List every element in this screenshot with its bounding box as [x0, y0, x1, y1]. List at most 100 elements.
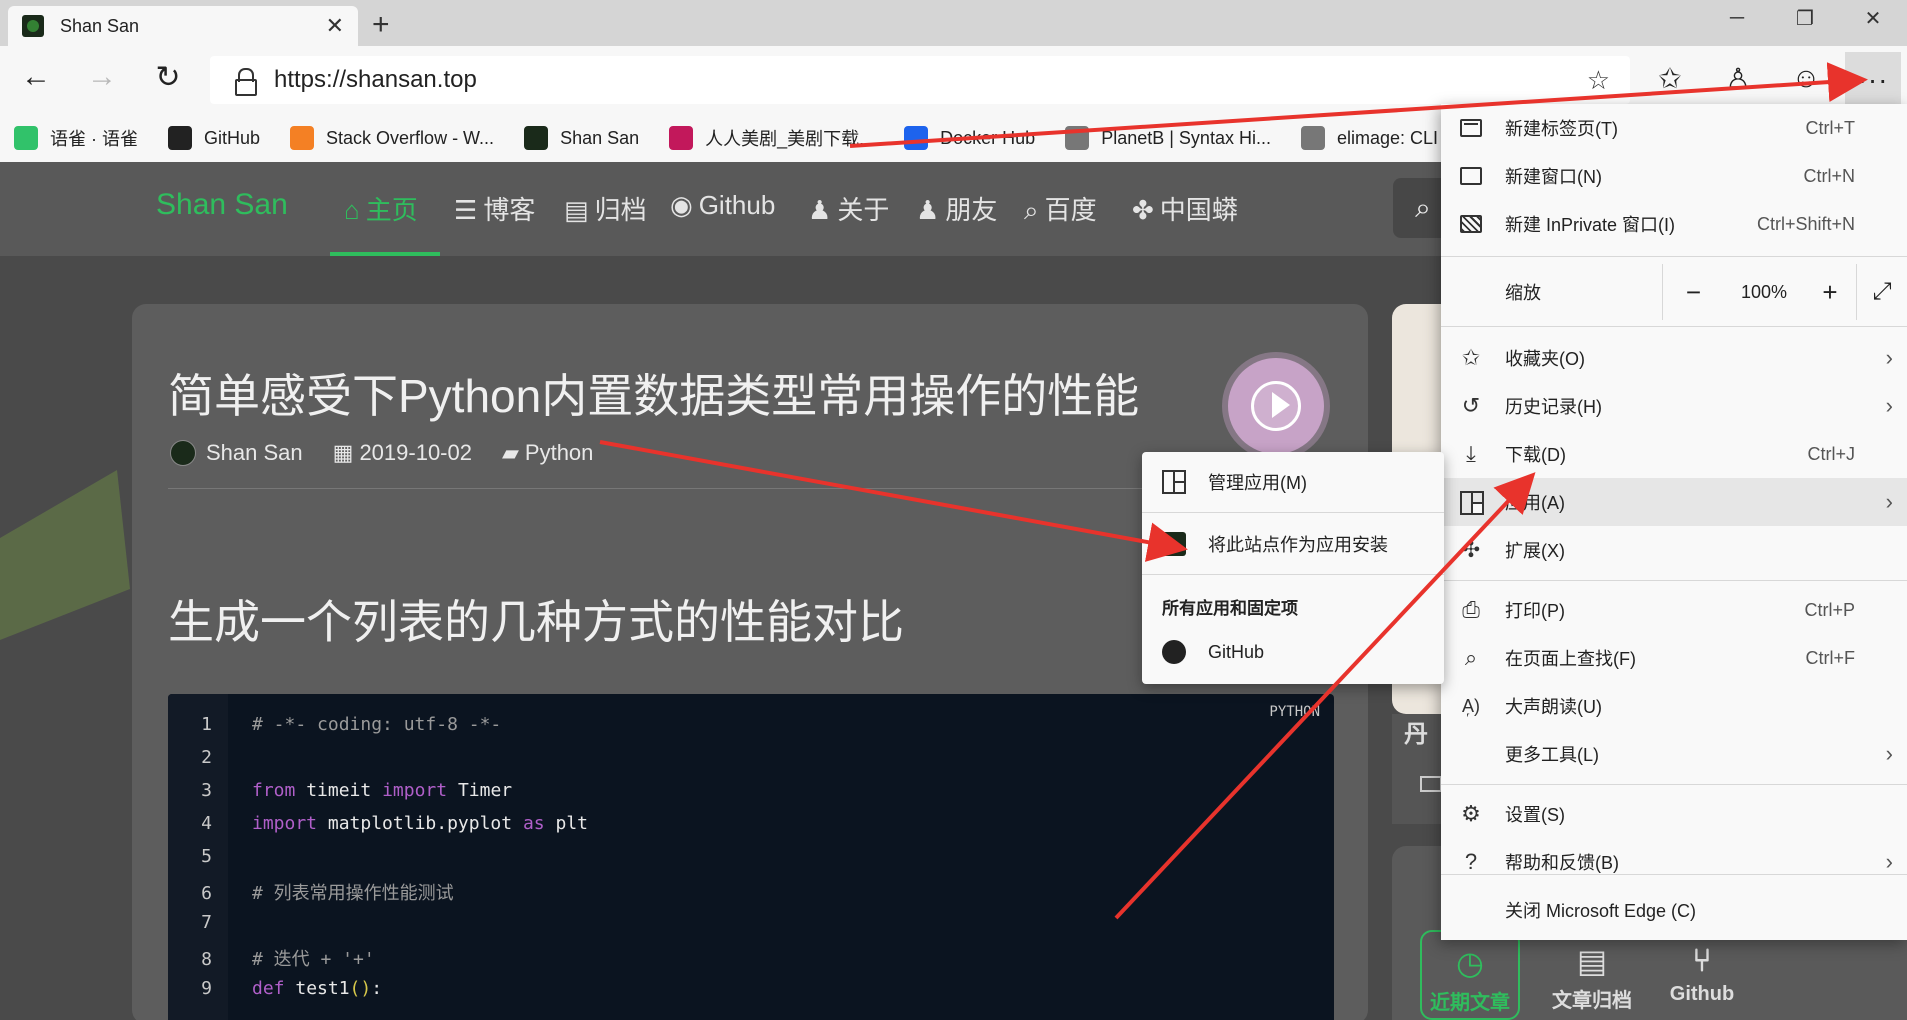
- profile-icon[interactable]: ♙: [1718, 62, 1758, 95]
- lock-icon[interactable]: [234, 68, 257, 96]
- tab-recent-posts[interactable]: ◷ 近期文章: [1420, 930, 1520, 1020]
- all-apps-header: 所有应用和固定项: [1162, 599, 1298, 618]
- tab-github[interactable]: ⑂ Github: [1652, 930, 1752, 1020]
- github-icon: ◉: [670, 190, 693, 220]
- post-title: 简单感受下Python内置数据类型常用操作的性能: [168, 370, 1140, 422]
- settings-more-button[interactable]: ···: [1845, 52, 1901, 108]
- menu-settings[interactable]: ⚙ 设置(S): [1441, 790, 1907, 838]
- bookmark-item[interactable]: PlanetB | Syntax Hi...: [1065, 126, 1271, 150]
- close-tab-icon[interactable]: ✕: [326, 13, 344, 39]
- menu-find-on-page[interactable]: ⌕ 在页面上查找(F) Ctrl+F: [1441, 634, 1907, 682]
- gear-icon: ⚙: [1461, 801, 1481, 826]
- menu-print[interactable]: ⎙ 打印(P) Ctrl+P: [1441, 586, 1907, 634]
- menu-extensions[interactable]: ✣ 扩展(X): [1441, 526, 1907, 574]
- read-aloud-icon: A᷊): [1462, 695, 1480, 716]
- url-text[interactable]: https://shansan.top: [274, 66, 1587, 94]
- bookmark-item[interactable]: Docker Hub: [904, 126, 1035, 150]
- back-button[interactable]: ←: [16, 60, 56, 94]
- zoom-in-button[interactable]: +: [1804, 264, 1856, 320]
- nav-item-0[interactable]: ⌂ 主页: [344, 190, 418, 227]
- install-site-as-app-item[interactable]: 将此站点作为应用安装: [1142, 520, 1444, 568]
- address-bar[interactable]: https://shansan.top ☆: [210, 56, 1630, 104]
- menu-new-window[interactable]: 新建窗口(N) Ctrl+N: [1441, 152, 1907, 200]
- site-brand[interactable]: Shan San: [156, 188, 288, 222]
- settings-menu: 新建标签页(T) Ctrl+T 新建窗口(N) Ctrl+N 新建 InPriv…: [1441, 104, 1907, 940]
- menu-new-tab[interactable]: 新建标签页(T) Ctrl+T: [1441, 104, 1907, 152]
- bookmark-item[interactable]: Shan San: [524, 126, 639, 150]
- tab-title: Shan San: [60, 15, 140, 36]
- bookmark-favicon-icon: [168, 126, 192, 150]
- bookmark-item[interactable]: GitHub: [168, 126, 260, 150]
- minimize-button[interactable]: ─: [1703, 0, 1771, 36]
- users-icon: ♟: [916, 195, 940, 225]
- manage-apps-item[interactable]: 管理应用(M): [1142, 458, 1444, 506]
- refresh-button[interactable]: ↻: [148, 60, 188, 95]
- nav-item-1[interactable]: ☰ 博客: [454, 190, 535, 227]
- site-favicon-icon: [1162, 532, 1186, 556]
- sidebar-partial-title: 丹: [1404, 721, 1428, 748]
- chevron-right-icon: ›: [1885, 489, 1893, 514]
- author-avatar: [170, 440, 196, 466]
- menu-more-tools[interactable]: 更多工具(L) ›: [1441, 730, 1907, 778]
- history-icon: ↺: [1461, 393, 1481, 418]
- post-author[interactable]: Shan San: [206, 440, 303, 466]
- restore-button[interactable]: ❐: [1771, 0, 1839, 36]
- code-block: PYTHON 1 # -*- coding: utf-8 -*- 2 3 from ti…: [168, 694, 1334, 1020]
- active-tab[interactable]: Shan San ✕: [8, 6, 358, 46]
- chevron-right-icon: ›: [1885, 345, 1893, 370]
- tab-archives[interactable]: ▤ 文章归档: [1542, 930, 1642, 1020]
- code-line: 5: [201, 846, 212, 867]
- puzzle-icon: ✣: [1461, 537, 1481, 562]
- fullscreen-icon[interactable]: ⤢: [1856, 264, 1907, 320]
- bookmark-favicon-icon: [904, 126, 929, 150]
- menu-favorites[interactable]: ✩ 收藏夹(O) ›: [1441, 334, 1907, 382]
- menu-downloads[interactable]: ⤓ 下载(D) Ctrl+J: [1441, 430, 1907, 478]
- menu-help-feedback[interactable]: ? 帮助和反馈(B) ›: [1441, 838, 1907, 886]
- menu-history[interactable]: ↺ 历史记录(H) ›: [1441, 382, 1907, 430]
- printer-icon: ⎙: [1462, 597, 1480, 622]
- menu-zoom: 缩放 − 100% + ⤢: [1441, 264, 1907, 320]
- menu-new-inprivate-window[interactable]: 新建 InPrivate 窗口(I) Ctrl+Shift+N: [1441, 200, 1907, 248]
- code-line: 2: [201, 747, 212, 768]
- menu-apps[interactable]: 应用(A) ›: [1441, 478, 1907, 526]
- music-player-button[interactable]: [1228, 358, 1324, 454]
- bookmark-favicon-icon: [1300, 126, 1325, 150]
- play-icon: [1272, 392, 1290, 418]
- find-page-icon: ⌕: [1464, 645, 1478, 670]
- post-category[interactable]: Python: [525, 440, 594, 466]
- bookmark-item[interactable]: 人人美剧_美剧下载...: [669, 125, 874, 151]
- code-language-label: PYTHON: [1269, 704, 1320, 720]
- bookmark-item[interactable]: 语雀 · 语雀: [14, 125, 138, 151]
- favorite-star-icon[interactable]: ☆: [1587, 65, 1610, 96]
- zoom-level: 100%: [1740, 281, 1788, 302]
- paw-icon: ✤: [1132, 195, 1154, 225]
- forward-button[interactable]: →: [82, 60, 122, 94]
- calendar-icon: ▦: [332, 440, 354, 465]
- bookmark-item[interactable]: Stack Overflow - W...: [290, 126, 494, 150]
- close-window-button[interactable]: ✕: [1839, 0, 1907, 36]
- nav-item-6[interactable]: ⌕ 百度: [1024, 190, 1097, 227]
- favorites-list-icon: ✩: [1461, 345, 1481, 370]
- zoom-out-button[interactable]: −: [1662, 264, 1724, 320]
- feedback-smiley-icon[interactable]: ☺: [1786, 62, 1826, 94]
- nav-item-2[interactable]: ▤ 归档: [564, 190, 647, 227]
- code-line: 9 def test1():: [201, 978, 383, 999]
- git-branch-icon: ⑂: [1692, 942, 1712, 978]
- search-icon: ⌕: [1024, 195, 1039, 225]
- archive-box-icon: ▤: [1576, 943, 1608, 979]
- app-github-item[interactable]: GitHub: [1142, 628, 1444, 676]
- nav-item-5[interactable]: ♟ 朋友: [916, 190, 997, 227]
- bookmark-favicon-icon: [290, 126, 315, 150]
- nav-item-4[interactable]: ♟ 关于: [808, 190, 889, 227]
- apps-icon: [1162, 470, 1186, 494]
- nav-item-3[interactable]: ◉ Github: [670, 190, 775, 221]
- code-line: 4 import matplotlib.pyplot as plt: [201, 813, 588, 834]
- menu-close-edge[interactable]: 关闭 Microsoft Edge (C): [1441, 886, 1907, 934]
- favorites-icon[interactable]: ✩: [1650, 62, 1690, 95]
- menu-read-aloud[interactable]: A᷊) 大声朗读(U): [1441, 682, 1907, 730]
- nav-item-7[interactable]: ✤ 中国蟒: [1132, 190, 1238, 227]
- user-icon: ♟: [808, 195, 832, 225]
- apps-submenu: 管理应用(M) 将此站点作为应用安装 所有应用和固定项 GitHub: [1142, 452, 1444, 684]
- mail-icon[interactable]: [1420, 776, 1442, 792]
- new-tab-button[interactable]: +: [372, 8, 390, 42]
